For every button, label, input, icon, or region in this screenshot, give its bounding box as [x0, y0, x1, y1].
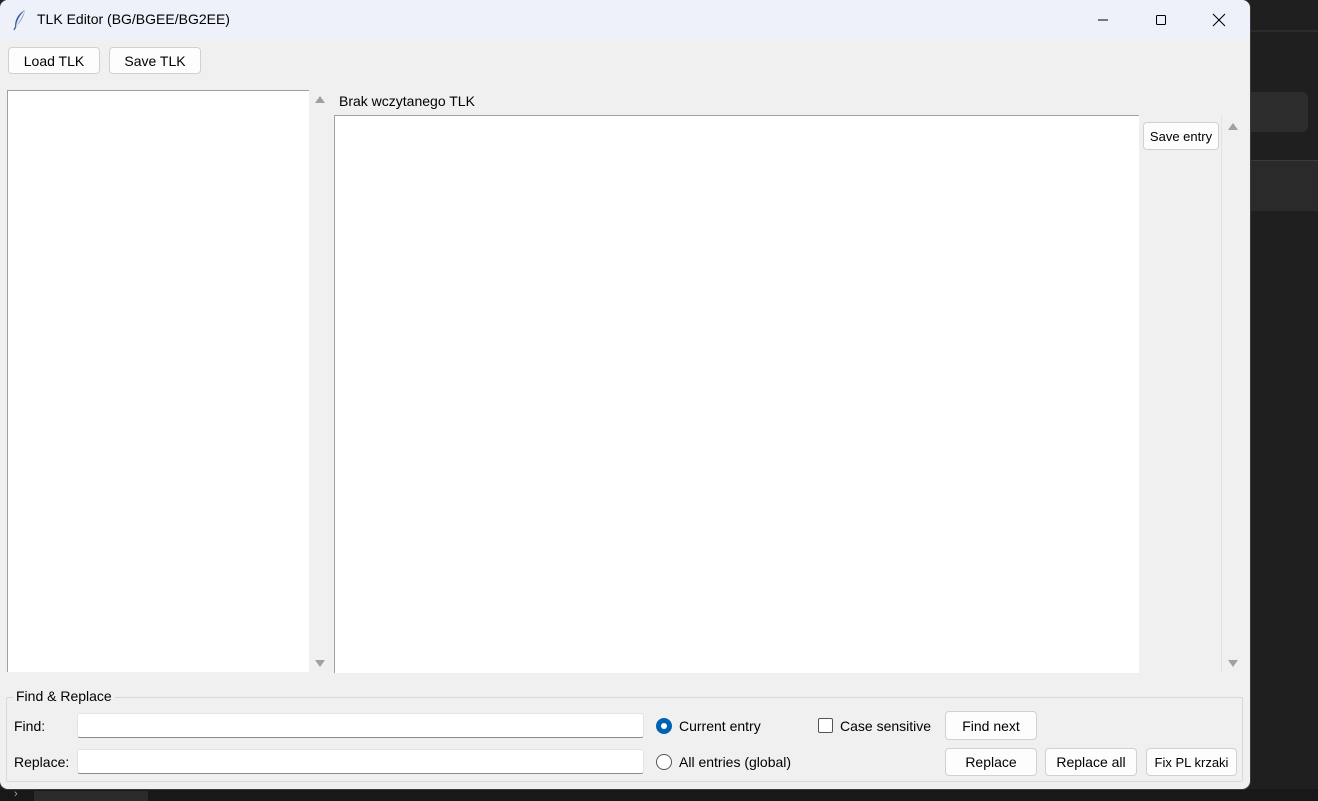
minimize-button[interactable] — [1074, 0, 1132, 40]
tlk-editor-window: TLK Editor (BG/BGEE/BG2EE) Load TLK Save… — [0, 0, 1250, 789]
editor-scroll-down-icon[interactable] — [1228, 660, 1238, 667]
status-label: Brak wczytanego TLK — [339, 93, 475, 109]
list-scroll-down-icon[interactable] — [315, 660, 325, 667]
background-app-divider — [1250, 30, 1318, 32]
replace-all-button[interactable]: Replace all — [1045, 748, 1137, 776]
entries-listbox[interactable] — [7, 90, 309, 672]
close-icon — [1212, 13, 1226, 27]
case-sensitive-label[interactable]: Case sensitive — [840, 718, 931, 734]
scope-all-entries-radio[interactable] — [656, 754, 672, 770]
close-button[interactable] — [1190, 0, 1248, 40]
load-tlk-button[interactable]: Load TLK — [8, 47, 100, 74]
find-next-button[interactable]: Find next — [945, 711, 1037, 740]
find-input[interactable] — [77, 713, 644, 738]
scope-current-entry-radio[interactable] — [656, 718, 672, 734]
replace-button[interactable]: Replace — [945, 748, 1037, 776]
editor-scroll-up-icon[interactable] — [1228, 123, 1238, 130]
editor-scrollbar-track[interactable] — [1221, 115, 1222, 672]
title-bar[interactable]: TLK Editor (BG/BGEE/BG2EE) — [0, 0, 1250, 40]
entry-text-editor[interactable] — [334, 115, 1139, 673]
fix-pl-krzaki-button[interactable]: Fix PL krzaki — [1146, 748, 1237, 776]
find-replace-title: Find & Replace — [13, 688, 115, 704]
maximize-button[interactable] — [1132, 0, 1190, 40]
replace-input[interactable] — [77, 749, 644, 774]
save-entry-button[interactable]: Save entry — [1143, 122, 1219, 150]
taskbar-tab — [34, 791, 148, 801]
maximize-icon — [1156, 15, 1166, 25]
replace-label: Replace: — [14, 754, 70, 770]
background-app-panel — [1250, 92, 1308, 132]
scope-all-entries-label[interactable]: All entries (global) — [679, 754, 791, 770]
minimize-icon — [1098, 19, 1108, 21]
scope-current-entry-label[interactable]: Current entry — [679, 718, 761, 734]
case-sensitive-checkbox[interactable] — [818, 718, 833, 733]
background-app-row — [1250, 160, 1318, 211]
taskbar-strip: › — [0, 788, 1318, 801]
find-label: Find: — [14, 718, 46, 734]
window-title: TLK Editor (BG/BGEE/BG2EE) — [37, 11, 230, 27]
chevron-right-icon: › — [14, 788, 18, 800]
save-tlk-button[interactable]: Save TLK — [109, 47, 201, 74]
list-scroll-up-icon[interactable] — [315, 96, 325, 103]
feather-icon — [13, 10, 25, 31]
